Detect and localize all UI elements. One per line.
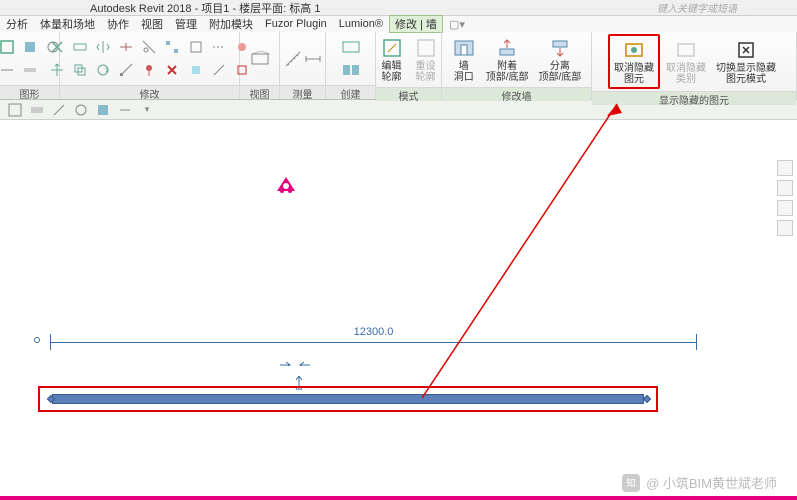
svg-text:知: 知 — [626, 476, 636, 489]
panel-view: 视图 — [240, 32, 280, 99]
array-icon[interactable] — [161, 36, 183, 58]
panel-modify: 修改 — [60, 32, 240, 99]
panel-label-measure: 测量 — [280, 85, 325, 99]
dimension-icon[interactable] — [304, 48, 322, 70]
unhide-element-icon — [622, 38, 646, 62]
toggle-hidden-icon — [734, 38, 758, 62]
tool-icon[interactable] — [208, 59, 230, 81]
panel-show-hidden: 取消隐藏 图元 取消隐藏 类别 切换显示隐藏 图元模式 显示隐藏的图元 — [592, 32, 797, 99]
edit-profile-icon — [380, 36, 404, 60]
create-icon[interactable] — [340, 36, 362, 58]
panel-label-view: 视图 — [240, 85, 279, 99]
reset-profile-button: 重设 轮廓 — [410, 34, 442, 85]
attach-button[interactable]: 附着 顶部/底部 — [482, 34, 533, 85]
tool-icon[interactable] — [185, 36, 207, 58]
toggle-hidden-button[interactable]: 切换显示隐藏 图元模式 — [712, 36, 780, 87]
level-marker-icon — [275, 175, 297, 197]
copy-icon[interactable] — [69, 59, 91, 81]
wall-opening-icon — [452, 36, 476, 60]
watermark: 知 @ 小筑BIM黄世斌老师 — [622, 473, 777, 492]
pin-icon[interactable] — [138, 59, 160, 81]
create-icon[interactable] — [340, 59, 362, 81]
menu-bar: 分析 体量和场地 协作 视图 管理 附加模块 Fuzor Plugin Lumi… — [0, 16, 797, 32]
panel-label-graphics: 图形 — [0, 85, 59, 99]
flip-control-icon[interactable] — [280, 360, 310, 366]
unhide-element-button[interactable]: 取消隐藏 图元 — [608, 34, 660, 89]
dimension-value[interactable]: 12300.0 — [350, 326, 398, 338]
tool-icon[interactable] — [19, 59, 41, 81]
dimension-line[interactable]: 12300.0 — [50, 332, 697, 352]
qa-icon[interactable] — [94, 102, 112, 118]
rotate-icon[interactable] — [92, 59, 114, 81]
qa-icon[interactable] — [72, 102, 90, 118]
ribbon: 图形 — [0, 32, 797, 100]
nav-cube-icon[interactable] — [777, 180, 793, 196]
panel-label-modify-wall: 修改墙 — [442, 87, 591, 101]
hidden-mode-border — [0, 496, 797, 500]
panel-create: 创建 — [326, 32, 376, 99]
nav-pan-icon[interactable] — [777, 220, 793, 236]
attach-icon — [495, 36, 519, 60]
detach-icon — [548, 36, 572, 60]
dim-tick — [50, 334, 51, 350]
align-icon[interactable] — [46, 36, 68, 58]
unhide-category-icon — [674, 38, 698, 62]
menu-view[interactable]: 视图 — [135, 16, 169, 32]
drawing-canvas[interactable] — [0, 120, 797, 500]
search-input[interactable]: 键入关键字或短语 — [657, 0, 747, 16]
menu-analyze[interactable]: 分析 — [0, 16, 34, 32]
tool-icon[interactable] — [208, 36, 230, 58]
tool-icon[interactable] — [185, 59, 207, 81]
mirror-icon[interactable] — [92, 36, 114, 58]
menu-massing[interactable]: 体量和场地 — [34, 16, 101, 32]
panel-measure: 测量 — [280, 32, 326, 99]
menu-collab[interactable]: 协作 — [101, 16, 135, 32]
panel-mode: 编辑 轮廓 重设 轮廓 模式 — [376, 32, 442, 99]
tool-icon[interactable] — [19, 36, 41, 58]
detach-button[interactable]: 分离 顶部/底部 — [535, 34, 586, 85]
move-icon[interactable] — [46, 59, 68, 81]
panel-label-create: 创建 — [326, 85, 375, 99]
reset-profile-icon — [414, 36, 438, 60]
dim-witness-dot[interactable] — [34, 337, 40, 343]
qa-dropdown-icon[interactable]: ▾ — [138, 102, 156, 118]
tool-icon[interactable] — [0, 36, 18, 58]
menu-dropdown-icon[interactable]: ▢▾ — [443, 18, 471, 31]
nav-bar — [777, 160, 795, 236]
qa-icon[interactable] — [28, 102, 46, 118]
panel-label-modify: 修改 — [60, 85, 239, 99]
qa-icon[interactable] — [6, 102, 24, 118]
edit-profile-button[interactable]: 编辑 轮廓 — [376, 34, 408, 85]
dim-tick — [696, 334, 697, 350]
zhihu-logo-icon: 知 — [622, 474, 640, 492]
qa-icon[interactable] — [116, 102, 134, 118]
modify-tools — [46, 36, 183, 81]
measure-icon[interactable] — [284, 48, 302, 70]
scale-icon[interactable] — [115, 59, 137, 81]
wall-element[interactable] — [52, 394, 644, 404]
panel-modify-wall: 墙 洞口 附着 顶部/底部 分离 顶部/底部 修改墙 — [442, 32, 592, 99]
panel-label-mode: 模式 — [376, 87, 441, 101]
app-title: Autodesk Revit 2018 - 项目1 - 楼层平面: 标高 1 — [90, 0, 320, 16]
menu-addins[interactable]: 附加模块 — [203, 16, 259, 32]
split-icon[interactable] — [115, 36, 137, 58]
delete-icon[interactable] — [161, 59, 183, 81]
dim-bar — [50, 342, 697, 343]
unhide-category-button: 取消隐藏 类别 — [662, 36, 710, 87]
tool-icon[interactable] — [0, 59, 18, 81]
menu-fuzor[interactable]: Fuzor Plugin — [259, 18, 333, 30]
watermark-text: @ 小筑BIM黄世斌老师 — [646, 473, 777, 492]
nav-wheel-icon[interactable] — [777, 200, 793, 216]
nav-home-icon[interactable] — [777, 160, 793, 176]
menu-lumion[interactable]: Lumion® — [333, 18, 389, 30]
menu-manage[interactable]: 管理 — [169, 16, 203, 32]
qa-icon[interactable] — [50, 102, 68, 118]
view-icon[interactable] — [249, 48, 271, 70]
offset-icon[interactable] — [69, 36, 91, 58]
menu-modify-wall[interactable]: 修改 | 墙 — [389, 15, 443, 33]
wall-opening-button[interactable]: 墙 洞口 — [448, 34, 480, 85]
panel-label-show-hidden: 显示隐藏的图元 — [592, 91, 796, 105]
trim-icon[interactable] — [138, 36, 160, 58]
